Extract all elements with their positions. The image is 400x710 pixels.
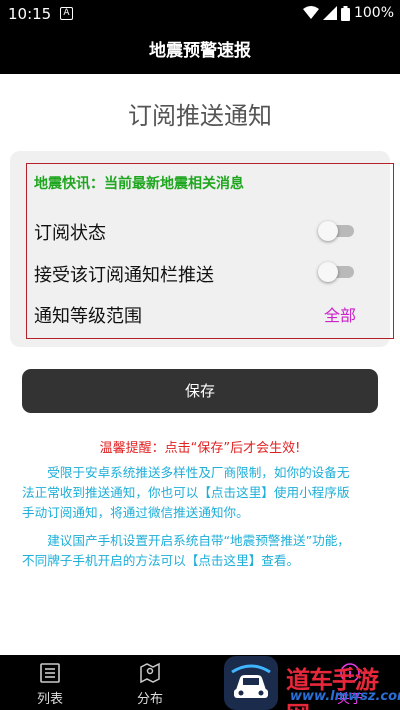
info-paragraph-1: 受限于安卓系统推送多样性及厂商限制，如你的设备无 法正常收到推送通知，你也可以【… <box>22 463 378 523</box>
info-paragraph-2: 建议国产手机设置开启系统自带“地震预警推送”功能， 不同牌子手机开启的方法可以【… <box>22 531 378 571</box>
map-icon <box>140 662 160 684</box>
status-bar: 10:15 A 100% <box>0 0 400 28</box>
watermark-url: www.lmwsz.com <box>290 689 400 704</box>
level-range-value[interactable]: 全部 <box>324 302 356 326</box>
info-line: 受限于安卓系统推送多样性及厂商限制，如你的设备无 <box>22 465 350 480</box>
info-line: 手动订阅通知，将通过微信推送通知你。 <box>22 505 249 520</box>
status-icons: 100% <box>302 5 394 21</box>
save-button[interactable]: 保存 <box>22 369 378 413</box>
level-range-label: 通知等级范围 <box>34 306 142 327</box>
toggle-thumb <box>318 221 338 241</box>
info-line-click-here[interactable]: 法正常收到推送通知，你也可以【点击这里】使用小程序版 <box>22 483 378 503</box>
info-line-click-here[interactable]: 不同牌子手机开启的方法可以【点击这里】查看。 <box>22 551 378 571</box>
toggle-thumb <box>318 262 338 282</box>
status-time: 10:15 <box>8 5 52 23</box>
list-icon <box>40 663 60 683</box>
battery-percent: 100% <box>353 5 394 21</box>
warm-tip: 温馨提醒：点击“保存”后才会生效! <box>99 441 301 456</box>
notification-push-toggle[interactable] <box>318 262 356 282</box>
car-icon <box>231 664 271 698</box>
page-title: 订阅推送通知 <box>128 102 272 130</box>
notification-icon: A <box>60 7 73 20</box>
signal-icon <box>322 6 337 20</box>
wifi-icon <box>302 6 319 19</box>
info-line: 建议国产手机设置开启系统自带“地震预警推送”功能， <box>22 533 350 548</box>
app-title: 地震预警速报 <box>0 28 400 74</box>
tab-distribution[interactable]: 分布 <box>100 655 200 710</box>
watermark-logo <box>224 656 278 710</box>
notification-push-label: 接受该订阅通知栏推送 <box>34 265 214 286</box>
tab-distribution-label: 分布 <box>136 692 163 707</box>
tab-list-label: 列表 <box>36 692 63 707</box>
subscribe-status-label: 订阅状态 <box>34 223 106 244</box>
quick-news-text[interactable]: 地震快讯：当前最新地震相关消息 <box>34 173 244 193</box>
tab-list[interactable]: 列表 <box>0 655 100 710</box>
battery-icon <box>340 5 350 21</box>
subscribe-status-toggle[interactable] <box>318 221 356 241</box>
